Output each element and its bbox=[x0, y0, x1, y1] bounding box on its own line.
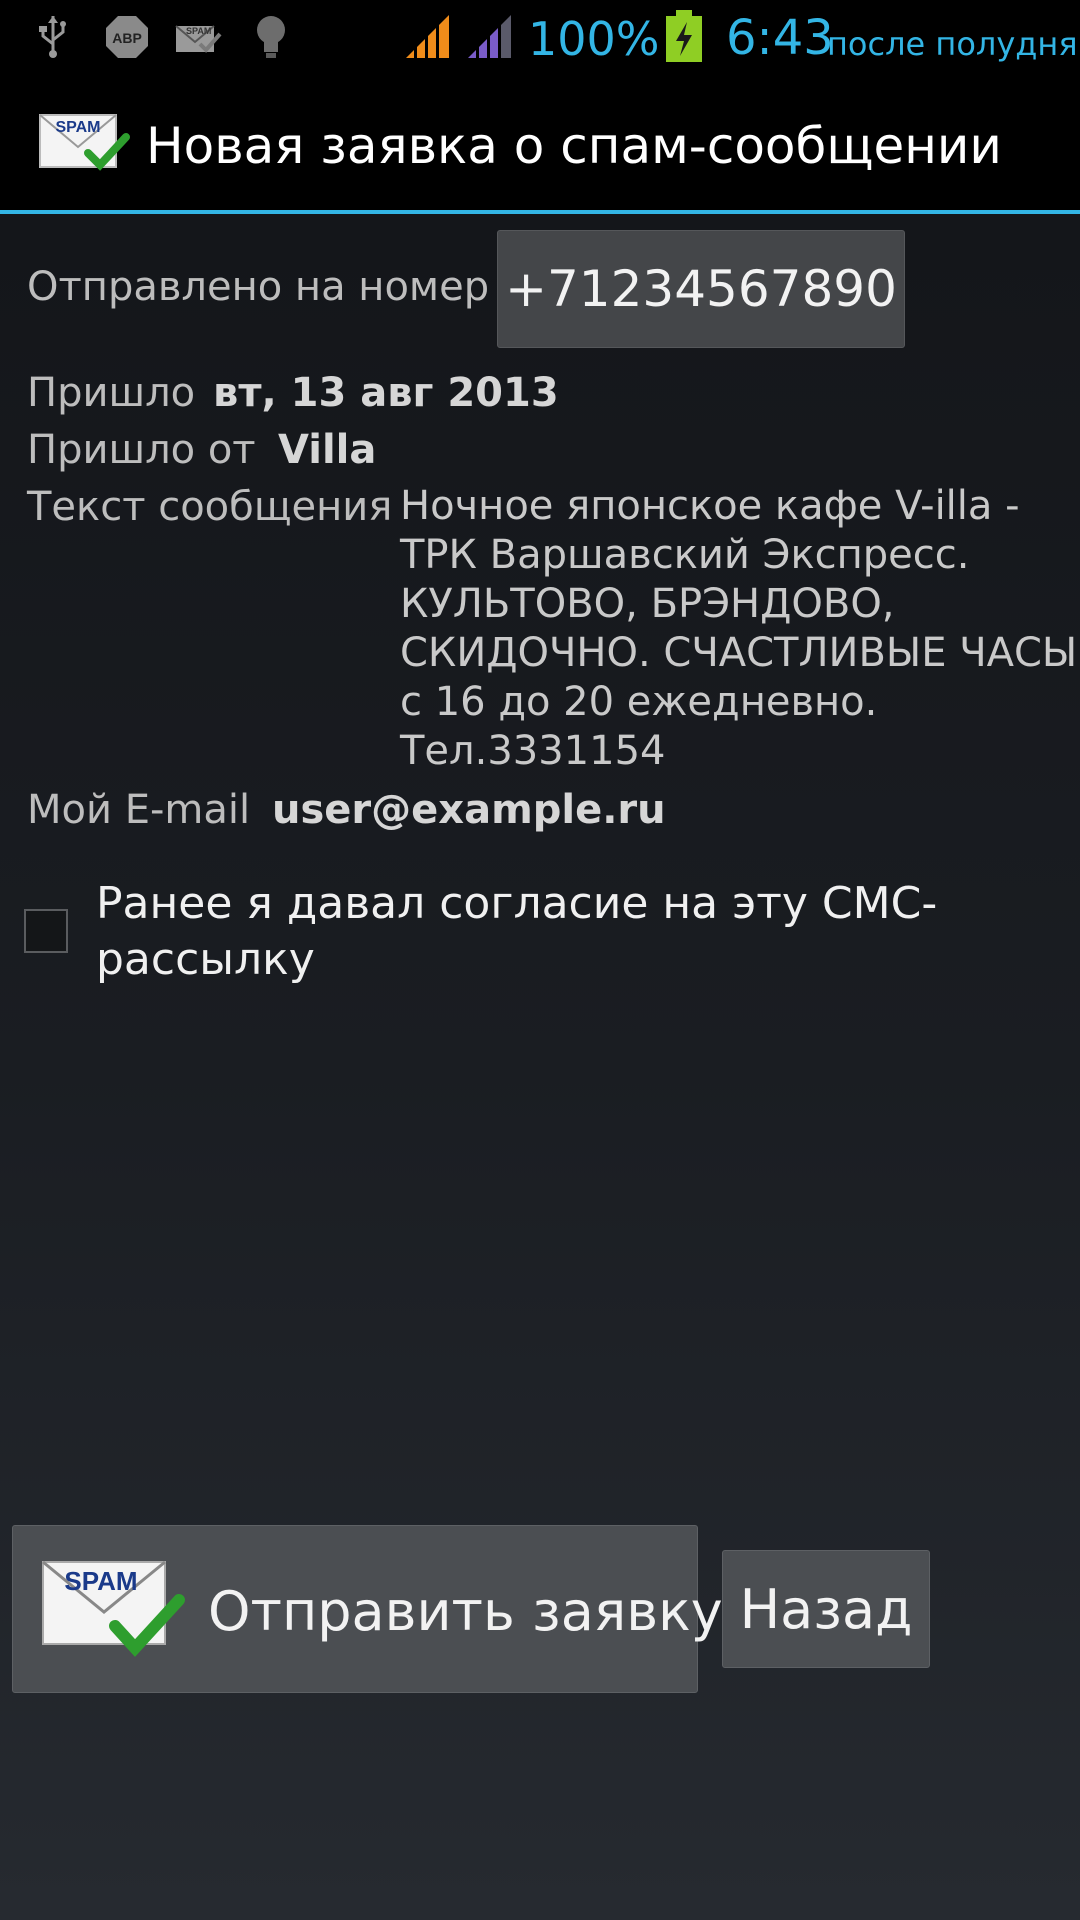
message-line: ТРК Варшавский Экспресс. bbox=[400, 532, 970, 578]
lightbulb-icon bbox=[257, 16, 285, 58]
svg-text:ABP: ABP bbox=[112, 30, 142, 46]
message-line: с 16 до 20 ежедневно. bbox=[400, 679, 878, 725]
received-label: Пришло bbox=[27, 370, 196, 416]
consent-label[interactable]: Ранее я давал согласие на эту СМС- рассы… bbox=[96, 876, 1056, 988]
adblock-icon: ABP bbox=[106, 16, 148, 58]
message-line: СКИДОЧНО. СЧАСТЛИВЫЕ ЧАСЫ bbox=[400, 630, 1078, 676]
from-label: Пришло от bbox=[27, 427, 256, 473]
send-report-label: Отправить заявку bbox=[208, 1580, 723, 1643]
status-bar: ABP SPAM 100% 6:43 после полудня bbox=[0, 0, 1080, 75]
received-date: вт, 13 авг 2013 bbox=[213, 370, 559, 416]
message-line: Ночное японское кафе V-illa - bbox=[400, 483, 1020, 529]
email-value: user@example.ru bbox=[272, 787, 666, 833]
message-line: Тел.3331154 bbox=[400, 728, 666, 774]
consent-label-line: рассылку bbox=[96, 934, 315, 985]
spam-envelope-check-icon: SPAM bbox=[42, 1560, 185, 1657]
send-report-button[interactable]: SPAM Отправить заявку bbox=[12, 1525, 723, 1693]
back-button[interactable]: Назад bbox=[722, 1550, 930, 1668]
cell-signal-icon bbox=[406, 15, 449, 58]
battery-percent: 100% bbox=[528, 12, 660, 66]
message-line: КУЛЬТОВО, БРЭНДОВО, bbox=[400, 581, 895, 627]
svg-text:SPAM: SPAM bbox=[55, 119, 100, 136]
svg-text:SPAM: SPAM bbox=[64, 1566, 137, 1596]
battery-icon bbox=[666, 10, 702, 62]
spam-envelope-check-icon[interactable]: SPAM bbox=[38, 113, 130, 175]
clock-time: 6:43 bbox=[726, 10, 834, 66]
message-text: Ночное японское кафе V-illa - ТРК Варшав… bbox=[400, 482, 1078, 776]
consent-checkbox[interactable] bbox=[24, 909, 68, 953]
spam-app-icon: SPAM bbox=[175, 25, 222, 53]
action-bar: SPAM Новая заявка о спам-сообщении bbox=[0, 75, 1080, 214]
sent-to-label: Отправлено на номер bbox=[27, 264, 490, 310]
svg-text:SPAM: SPAM bbox=[186, 26, 211, 36]
usb-icon bbox=[39, 16, 66, 58]
page-title: Новая заявка о спам-сообщении bbox=[146, 117, 1002, 175]
phone-number-button[interactable]: +71234567890 bbox=[497, 230, 905, 348]
message-label: Текст сообщения bbox=[27, 484, 393, 530]
consent-label-line: Ранее я давал согласие на эту СМС- bbox=[96, 878, 938, 929]
from-value: Villa bbox=[278, 427, 377, 473]
email-label: Мой E-mail bbox=[27, 787, 251, 833]
cell-signal-2-icon bbox=[468, 15, 511, 58]
clock-suffix: после полудня bbox=[827, 25, 1078, 63]
